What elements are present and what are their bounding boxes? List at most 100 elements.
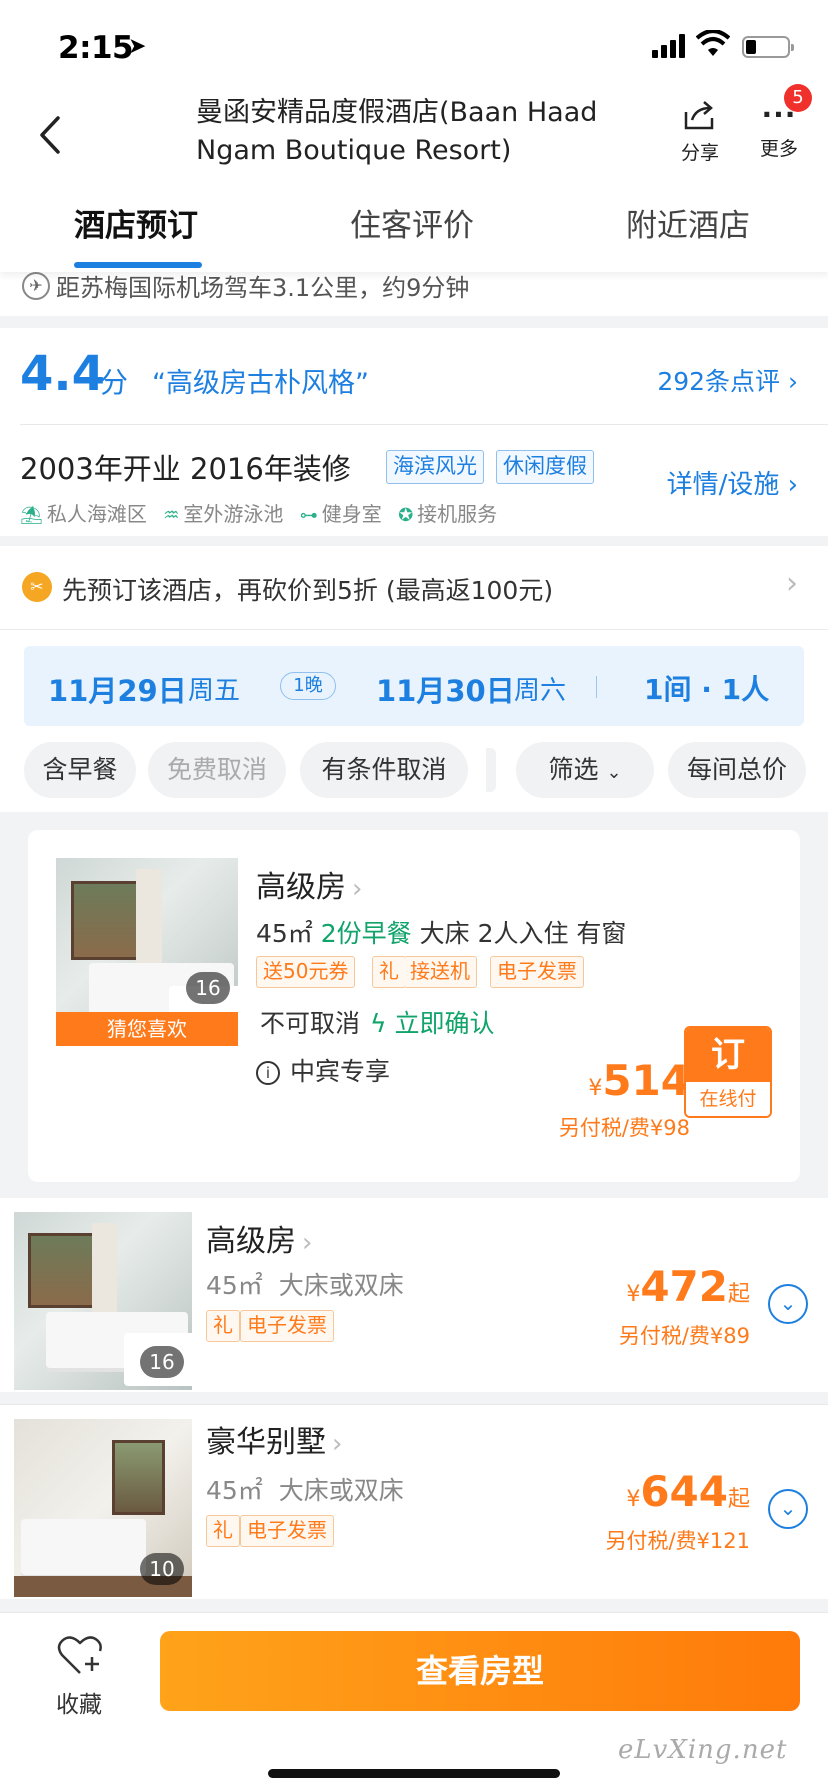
room-photo[interactable]: 16: [14, 1212, 192, 1390]
heart-plus-icon[interactable]: [56, 1633, 104, 1677]
tax-fee: 另付税/费¥89: [618, 1324, 750, 1348]
share-button[interactable]: 分享: [676, 98, 724, 165]
hotel-tag: 休闲度假: [496, 450, 594, 484]
filter-scroll-hint: [486, 748, 496, 792]
room-name[interactable]: 豪华别墅 ›: [206, 1417, 342, 1461]
more-button[interactable]: ··· 5 更多: [752, 84, 812, 161]
battery-icon: [742, 36, 794, 58]
room-price: ¥644起: [626, 1467, 750, 1516]
rooms-guests-selector[interactable]: 1间 · 1人: [644, 668, 769, 708]
invoice-tag: 电子发票: [240, 1310, 334, 1342]
book-label: 订: [686, 1028, 770, 1082]
date-filter-area: 11月29日 周五 1晚 11月30日 周六 1间 · 1人 含早餐 免费取消 …: [0, 630, 828, 812]
filter-conditional-cancel[interactable]: 有条件取消: [300, 742, 468, 798]
divider: [596, 676, 597, 698]
status-time: 2:15: [58, 30, 134, 66]
recommended-label: 猜您喜欢: [56, 1012, 238, 1046]
opening-year: 2003年开业 2016年装修: [20, 452, 351, 486]
promo-hammer-icon: ✂: [22, 572, 52, 602]
tab-nearby[interactable]: 附近酒店: [626, 200, 750, 245]
rating-unit: 分: [100, 366, 129, 399]
room-photo[interactable]: 10: [14, 1419, 192, 1597]
gift-tag: 礼: [372, 956, 406, 988]
chevron-down-icon: ⌄: [606, 762, 622, 783]
share-label: 分享: [680, 142, 719, 164]
filter-free-cancel[interactable]: 免费取消: [148, 742, 286, 798]
airport-text: 距苏梅国际机场驾车3.1公里，约9分钟: [56, 274, 470, 302]
invoice-tag: 电子发票: [240, 1515, 334, 1547]
room-name[interactable]: 高级房 ›: [256, 862, 362, 906]
details-facilities-link[interactable]: 详情/设施 ›: [667, 464, 798, 501]
promo-text: 先预订该酒店，再砍价到5折 (最高返100元): [62, 576, 554, 605]
shuttle-icon: ✪: [398, 505, 414, 526]
date-selector[interactable]: 11月29日 周五 1晚 11月30日 周六 1间 · 1人: [24, 646, 804, 726]
book-button[interactable]: 订 在线付: [684, 1026, 772, 1118]
filter-button[interactable]: 筛选 ⌄: [516, 742, 654, 798]
share-icon: [684, 101, 714, 130]
chevron-right-icon: ›: [787, 470, 798, 500]
rating-quote: “高级房古朴风格”: [152, 368, 369, 399]
back-arrow-icon[interactable]: [30, 110, 74, 160]
lightning-icon: ϟ: [370, 1009, 387, 1038]
coupon-tag: 送50元券: [256, 956, 356, 988]
gift-tag: 礼: [206, 1515, 240, 1547]
divider: [20, 424, 828, 425]
filter-breakfast[interactable]: 含早餐: [24, 742, 136, 798]
instant-confirm: ϟ 立即确认: [370, 1009, 495, 1038]
room-photo[interactable]: 16 猜您喜欢: [56, 858, 238, 1046]
facility-item: ⛱ 私人海滩区: [20, 502, 147, 526]
room-meta: 45㎡ 大床或双床: [206, 1271, 404, 1300]
nav-bar: 曼函安精品度假酒店(Baan Haad Ngam Boutique Resort…: [0, 84, 828, 182]
status-bar: 2:15 ➤: [0, 0, 828, 92]
airport-distance: ✈ 距苏梅国际机场驾车3.1公里，约9分钟: [0, 272, 828, 316]
chevron-right-icon: ›: [332, 1429, 343, 1459]
reviews-link[interactable]: 292条点评 ›: [657, 362, 798, 398]
cellular-signal-icon: [652, 34, 688, 58]
airplane-icon: ✈: [22, 272, 50, 300]
facility-item: ♒ 室外游泳池: [163, 502, 284, 526]
details-link-label: 详情/设施: [666, 470, 780, 500]
pool-icon: ♒: [163, 505, 180, 526]
home-indicator[interactable]: [268, 1769, 560, 1778]
pay-online-label: 在线付: [686, 1082, 770, 1116]
checkout-date[interactable]: 11月30日: [376, 668, 515, 710]
bargain-promo-banner[interactable]: ✂ 先预订该酒店，再砍价到5折 (最高返100元) ›: [0, 546, 828, 630]
expand-chevron-icon[interactable]: ⌄: [768, 1284, 808, 1324]
wifi-icon: [696, 30, 730, 56]
room-price: ¥514: [588, 1056, 690, 1105]
price-mode-toggle[interactable]: 每间总价: [668, 742, 806, 798]
chevron-right-icon: ›: [352, 874, 363, 904]
room-price: ¥472起: [626, 1262, 750, 1311]
featured-room-card[interactable]: 16 猜您喜欢 高级房 › 45㎡ 2份早餐 大床 2人入住 有窗 送50元券 礼…: [28, 830, 800, 1182]
more-label: 更多: [759, 138, 798, 160]
notification-badge: 5: [784, 84, 812, 112]
reviews-link-label: 292条点评: [657, 367, 781, 396]
hotel-tag: 海滨风光: [386, 450, 484, 484]
gift-tag: 礼: [206, 1310, 240, 1342]
facilities-list: ⛱ 私人海滩区 ♒ 室外游泳池 ⊶ 健身室 ✪ 接机服务: [20, 498, 507, 527]
bottom-action-bar: 收藏 查看房型 eLvXing.net: [0, 1612, 828, 1792]
room-type-row[interactable]: 10 豪华别墅 › 45㎡ 大床或双床 礼 电子发票 ¥644起 另付税/费¥12…: [0, 1405, 828, 1599]
gym-icon: ⊶: [299, 505, 318, 526]
room-meta: 45㎡ 大床或双床: [206, 1476, 404, 1505]
facility-item: ✪ 接机服务: [398, 502, 498, 526]
shuttle-tag: 接送机: [404, 956, 477, 988]
expand-chevron-icon[interactable]: ⌄: [768, 1489, 808, 1529]
checkin-date[interactable]: 11月29日: [48, 668, 187, 710]
room-name[interactable]: 高级房 ›: [206, 1216, 312, 1260]
hotel-title: 曼函安精品度假酒店(Baan Haad Ngam Boutique Resort…: [196, 97, 598, 166]
beach-icon: ⛱: [20, 505, 43, 526]
photo-count: 10: [140, 1553, 184, 1585]
room-type-row[interactable]: 16 高级房 › 45㎡ 大床或双床 礼 电子发票 ¥472起 另付税/费¥89 …: [0, 1198, 828, 1392]
room-meta: 45㎡ 2份早餐 大床 2人入住 有窗: [256, 919, 627, 948]
member-exclusive[interactable]: i 中宾专享: [256, 1052, 390, 1088]
tab-reviews[interactable]: 住客评价: [350, 200, 474, 245]
photo-count: 16: [140, 1346, 184, 1378]
view-room-types-button[interactable]: 查看房型: [160, 1631, 800, 1711]
watermark: eLvXing.net: [618, 1735, 788, 1765]
hotel-summary-card: 4.4 分 “高级房古朴风格” 292条点评 › 2003年开业 2016年装修…: [0, 328, 828, 536]
location-arrow-icon: ➤: [128, 34, 147, 59]
tab-booking[interactable]: 酒店预订: [74, 200, 198, 245]
tax-fee: 另付税/费¥98: [558, 1116, 690, 1140]
favorite-label[interactable]: 收藏: [56, 1685, 102, 1719]
